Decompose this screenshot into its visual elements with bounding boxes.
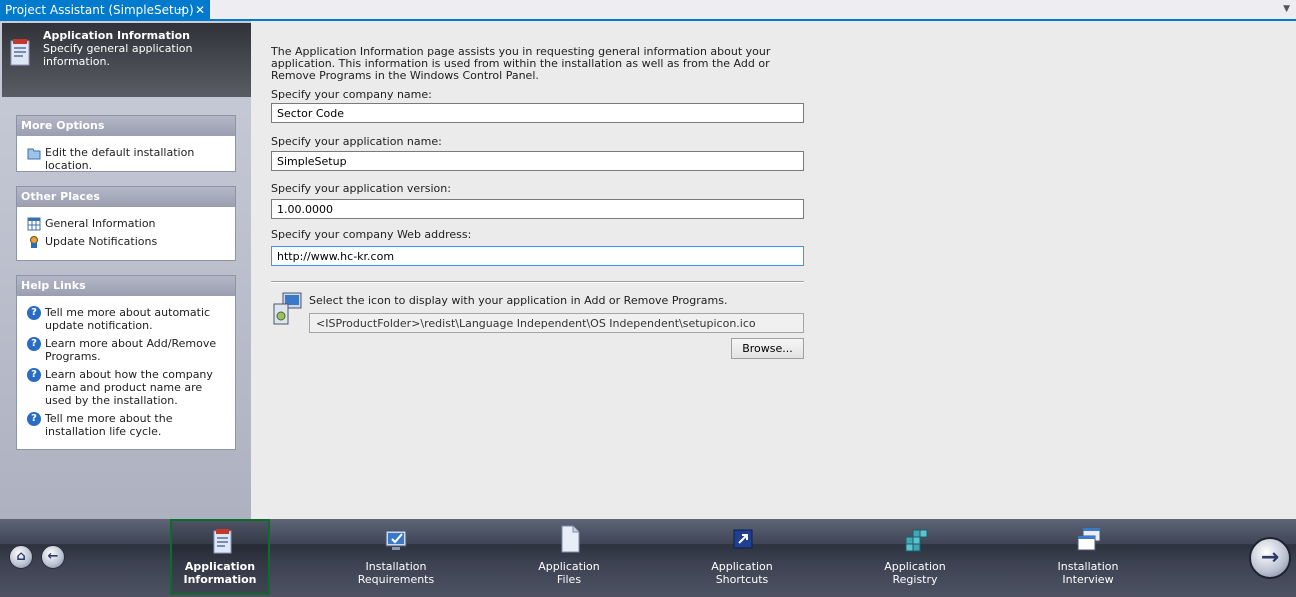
table-icon bbox=[27, 217, 41, 231]
update-icon bbox=[30, 236, 38, 248]
application-information-icon bbox=[213, 529, 232, 554]
icon-path-field: <ISProductFolder>\redist\Language Indepe… bbox=[309, 313, 804, 333]
help-link-add-remove-programs[interactable]: ? Learn more about Add/Remove Programs. bbox=[17, 337, 235, 363]
setup-icon bbox=[273, 292, 302, 325]
back-arrow-icon: ← bbox=[47, 549, 59, 564]
link-label: Edit the default installation location. bbox=[45, 146, 195, 172]
link-label: Update Notifications bbox=[45, 235, 158, 248]
step-label: Application Registry bbox=[884, 560, 946, 586]
application-name-input[interactable] bbox=[271, 151, 804, 171]
pin-icon[interactable]: ⊣ bbox=[176, 0, 185, 21]
shortcut-icon bbox=[733, 529, 753, 549]
step-label: Application Files bbox=[538, 560, 600, 586]
divider bbox=[271, 281, 804, 283]
web-address-input[interactable] bbox=[271, 246, 804, 266]
dialog-icon bbox=[1077, 527, 1101, 551]
next-arrow-icon: → bbox=[1260, 545, 1280, 570]
help-links-title: Help Links bbox=[17, 276, 235, 296]
other-places-title: Other Places bbox=[17, 187, 235, 207]
sidebar-header-title: Application Information bbox=[43, 29, 190, 42]
registry-icon bbox=[905, 529, 928, 552]
main-content: The Application Information page assists… bbox=[251, 21, 1296, 519]
sidebar: Application Information Specify general … bbox=[0, 21, 251, 519]
link-label: Tell me more about the installation life… bbox=[45, 412, 173, 438]
company-name-label: Specify your company name: bbox=[271, 88, 432, 101]
more-options-title: More Options bbox=[17, 116, 235, 136]
step-application-information[interactable]: Application Information bbox=[170, 519, 270, 595]
home-button[interactable]: ⌂ bbox=[9, 545, 33, 569]
application-version-label: Specify your application version: bbox=[271, 182, 451, 195]
sidebar-header: Application Information Specify general … bbox=[2, 23, 251, 97]
step-label: Application Information bbox=[183, 560, 257, 586]
step-application-files[interactable]: Application Files bbox=[519, 519, 619, 595]
step-label: Installation Interview bbox=[1057, 560, 1119, 586]
chevron-down-icon[interactable]: ▼ bbox=[1283, 4, 1290, 14]
back-button[interactable]: ← bbox=[41, 545, 65, 569]
link-edit-install-location[interactable]: Edit the default installation location. bbox=[17, 146, 235, 172]
document-tab-bar: Project Assistant (SimpleSetup) ⊣ ✕ ▼ bbox=[0, 0, 1296, 21]
file-icon bbox=[561, 525, 580, 553]
application-version-input[interactable] bbox=[271, 199, 804, 219]
step-installation-interview[interactable]: Installation Interview bbox=[1038, 519, 1138, 595]
sidebar-header-subtitle: Specify general application information. bbox=[43, 42, 193, 68]
next-button[interactable]: → bbox=[1249, 537, 1291, 579]
installation-requirements-icon bbox=[385, 530, 407, 550]
link-general-information[interactable]: General Information bbox=[17, 217, 235, 231]
link-label: Learn more about Add/Remove Programs. bbox=[45, 337, 217, 363]
link-label: General Information bbox=[45, 217, 156, 230]
step-application-registry[interactable]: Application Registry bbox=[865, 519, 965, 595]
step-label: Application Shortcuts bbox=[711, 560, 773, 586]
home-icon: ⌂ bbox=[16, 549, 26, 564]
folder-icon bbox=[27, 148, 41, 160]
help-links-panel: Help Links ? Tell me more about automati… bbox=[16, 275, 236, 450]
link-label: Tell me more about automatic update noti… bbox=[45, 306, 211, 332]
help-icon: ? bbox=[27, 368, 41, 382]
tab-title: Project Assistant (SimpleSetup) bbox=[5, 3, 194, 17]
step-installation-requirements[interactable]: Installation Requirements bbox=[346, 519, 446, 595]
browse-button[interactable]: Browse... bbox=[731, 338, 804, 359]
link-update-notifications[interactable]: Update Notifications bbox=[17, 235, 235, 248]
application-information-icon bbox=[10, 39, 30, 66]
help-icon: ? bbox=[27, 306, 41, 320]
bottom-navigation-bar: ⌂ ← Application Information Installation R… bbox=[0, 519, 1296, 597]
close-icon[interactable]: ✕ bbox=[195, 0, 205, 21]
more-options-panel: More Options Edit the default installati… bbox=[16, 115, 236, 172]
help-link-update-notification[interactable]: ? Tell me more about automatic update no… bbox=[17, 306, 235, 332]
help-icon: ? bbox=[27, 412, 41, 426]
icon-select-label: Select the icon to display with your app… bbox=[309, 294, 728, 307]
help-link-company-product-name[interactable]: ? Learn about how the company name and p… bbox=[17, 368, 235, 407]
help-link-installation-life-cycle[interactable]: ? Tell me more about the installation li… bbox=[17, 412, 235, 438]
intro-text: The Application Information page assists… bbox=[271, 45, 771, 82]
other-places-panel: Other Places General Information Update … bbox=[16, 186, 236, 261]
application-name-label: Specify your application name: bbox=[271, 135, 442, 148]
tab-project-assistant[interactable]: Project Assistant (SimpleSetup) ⊣ ✕ bbox=[0, 0, 210, 21]
step-label: Installation Requirements bbox=[357, 560, 435, 586]
help-icon: ? bbox=[27, 337, 41, 351]
step-application-shortcuts[interactable]: Application Shortcuts bbox=[692, 519, 792, 595]
company-name-input[interactable] bbox=[271, 103, 804, 123]
web-address-label: Specify your company Web address: bbox=[271, 228, 472, 241]
link-label: Learn about how the company name and pro… bbox=[45, 368, 213, 407]
